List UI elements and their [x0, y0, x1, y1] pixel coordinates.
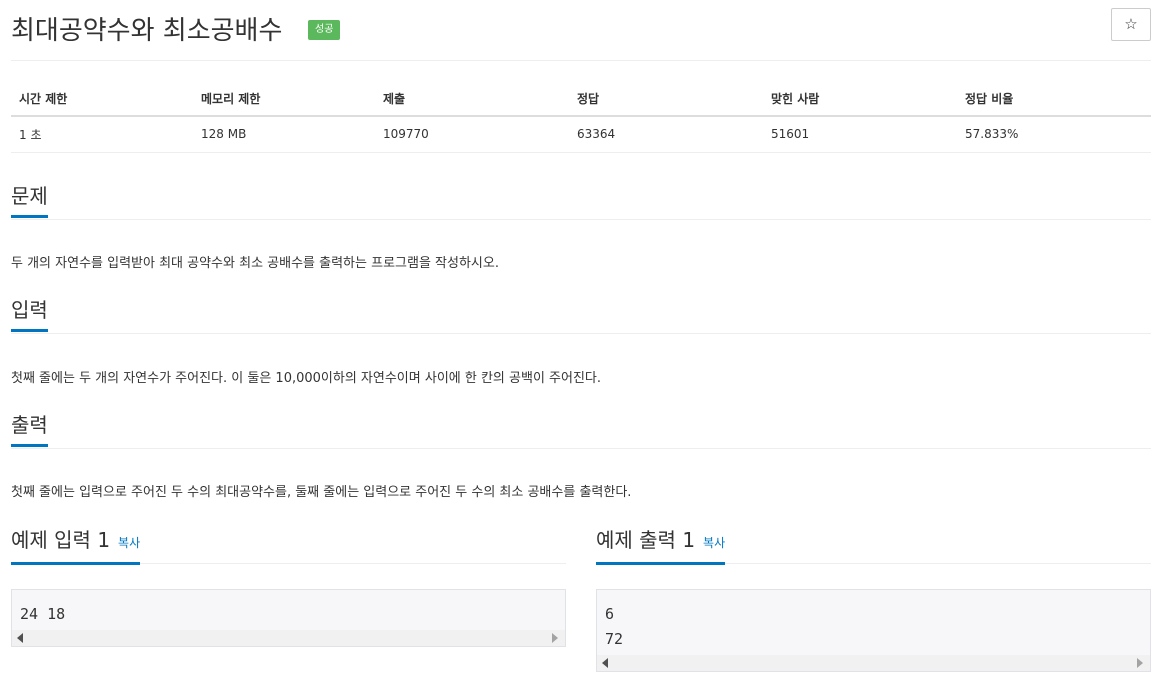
sample-output-content: 6 72 — [605, 602, 623, 652]
sample-output-box[interactable]: 6 72 — [596, 589, 1151, 672]
sample-output-title: 예제 출력 1 — [596, 528, 696, 552]
input-text: 첫째 줄에는 두 개의 자연수가 주어진다. 이 둘은 10,000이하의 자연… — [11, 371, 602, 386]
value-accepted: 63364 — [569, 116, 763, 153]
status-badge: 성공 — [308, 20, 341, 40]
sample-output-line: 6 — [605, 605, 615, 623]
sample-output-line: 72 — [605, 630, 624, 648]
header-accept-ratio: 정답 비율 — [957, 82, 1151, 117]
description-text: 두 개의 자연수를 입력받아 최대 공약수와 최소 공배수를 출력하는 프로그램… — [11, 256, 499, 271]
copy-sample-output-button[interactable]: 복사 — [703, 536, 725, 550]
header-time-limit: 시간 제한 — [11, 82, 193, 117]
value-submissions: 109770 — [375, 116, 569, 153]
sample-output-scrollbar[interactable] — [597, 655, 1150, 671]
header-submissions: 제출 — [375, 82, 569, 117]
header-accepted: 정답 — [569, 82, 763, 117]
page-title: 최대공약수와 최소공배수 — [11, 16, 283, 46]
scroll-right-icon[interactable] — [552, 633, 558, 643]
scroll-left-icon[interactable] — [17, 633, 23, 643]
title-divider — [11, 60, 1151, 61]
sample-input-box[interactable]: 24 18 — [11, 589, 566, 647]
sample-input-title: 예제 입력 1 — [11, 528, 111, 552]
table-header-row: 시간 제한 메모리 제한 제출 정답 맞힌 사람 정답 비율 — [11, 82, 1151, 117]
sample-output-heading: 예제 출력 1 복사 — [596, 528, 726, 565]
sample-input-line: 24 18 — [20, 605, 66, 623]
sample-input-heading: 예제 입력 1 복사 — [11, 528, 141, 565]
star-icon: ☆ — [1124, 16, 1138, 33]
value-time-limit: 1 초 — [11, 116, 193, 153]
sample-input-content: 24 18 — [20, 602, 65, 627]
description-section-header: 문제 — [11, 184, 1151, 220]
value-accept-ratio: 57.833% — [957, 116, 1151, 153]
output-section-header: 출력 — [11, 413, 1151, 449]
value-solved-users: 51601 — [763, 116, 957, 153]
value-memory-limit: 128 MB — [193, 116, 375, 153]
problem-info-table: 시간 제한 메모리 제한 제출 정답 맞힌 사람 정답 비율 1 초 128 M… — [11, 82, 1151, 153]
output-heading: 출력 — [11, 413, 48, 447]
header-solved-users: 맞힌 사람 — [763, 82, 957, 117]
sample-input-header: 예제 입력 1 복사 — [11, 528, 566, 565]
star-button[interactable]: ☆ — [1111, 8, 1151, 41]
header-memory-limit: 메모리 제한 — [193, 82, 375, 117]
problem-header: 최대공약수와 최소공배수 성공 ☆ — [11, 8, 1151, 48]
scroll-left-icon[interactable] — [602, 658, 608, 668]
sample-input-scrollbar[interactable] — [12, 630, 565, 646]
scroll-right-icon[interactable] — [1137, 658, 1143, 668]
input-section-header: 입력 — [11, 298, 1151, 334]
copy-sample-input-button[interactable]: 복사 — [118, 536, 140, 550]
input-heading: 입력 — [11, 298, 48, 332]
table-row: 1 초 128 MB 109770 63364 51601 57.833% — [11, 116, 1151, 153]
sample-output-header: 예제 출력 1 복사 — [596, 528, 1151, 565]
description-heading: 문제 — [11, 184, 48, 218]
output-text: 첫째 줄에는 입력으로 주어진 두 수의 최대공약수를, 둘째 줄에는 입력으로… — [11, 485, 632, 500]
